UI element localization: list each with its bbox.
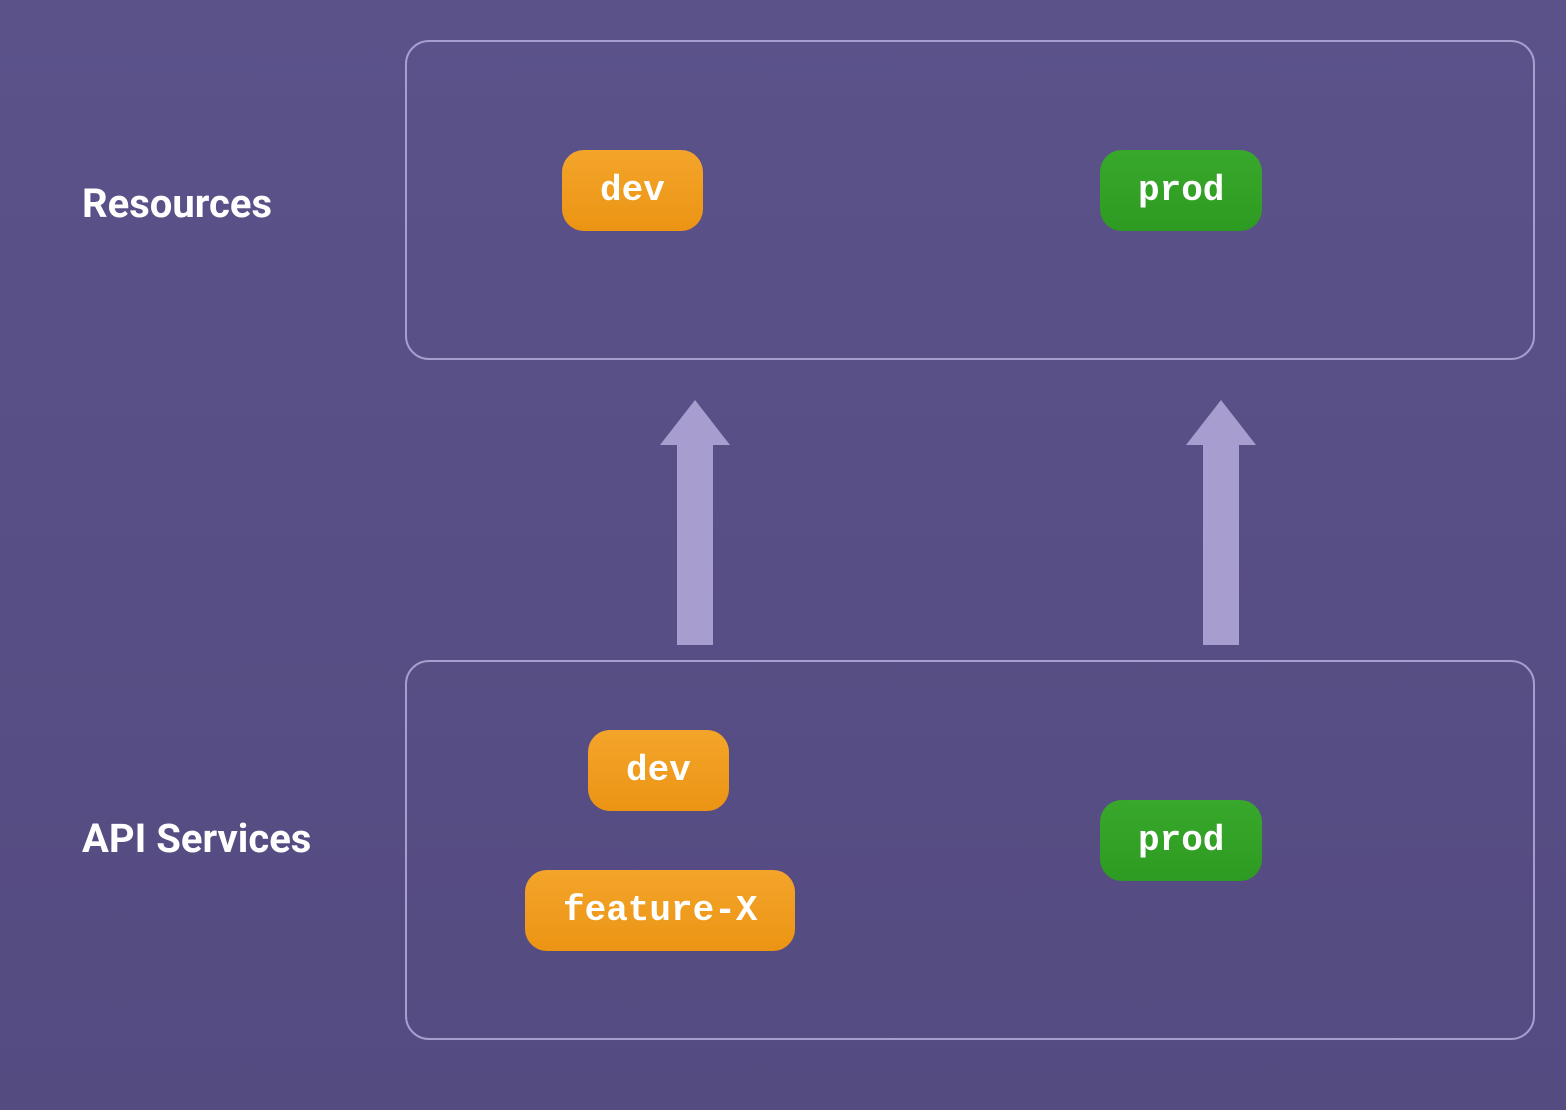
resources-label: Resources	[82, 180, 272, 227]
api-services-box	[405, 660, 1535, 1040]
resources-dev-pill: dev	[562, 150, 703, 231]
arrow-left-icon	[660, 400, 730, 645]
api-services-label: API Services	[82, 815, 311, 862]
arrow-right-icon	[1186, 400, 1256, 645]
api-services-prod-pill: prod	[1100, 800, 1262, 881]
api-services-dev-pill: dev	[588, 730, 729, 811]
api-services-featurex-pill: feature-X	[525, 870, 795, 951]
resources-prod-pill: prod	[1100, 150, 1262, 231]
